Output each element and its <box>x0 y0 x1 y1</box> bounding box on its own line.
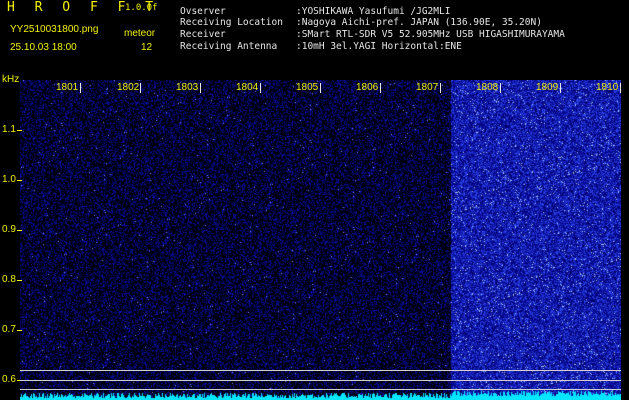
time-tick <box>260 83 261 93</box>
y-tick-label: 1.0 <box>2 174 16 185</box>
y-tick-mark <box>17 130 22 131</box>
y-tick-mark <box>17 280 22 281</box>
time-label: 1804 <box>236 82 259 93</box>
y-tick-mark <box>17 330 22 331</box>
reference-line <box>20 380 621 381</box>
y-tick-label: 0.8 <box>2 274 16 285</box>
y-tick-label: 0.7 <box>2 324 16 335</box>
antenna-label: Receiving Antenna <box>180 41 278 52</box>
time-tick <box>620 83 621 93</box>
antenna-value: :10mH 3el.YAGI Horizontal:ENE <box>296 41 462 52</box>
y-axis-unit: kHz <box>2 74 20 85</box>
app-version: 1.0.0f <box>125 3 158 13</box>
time-tick <box>380 83 381 93</box>
spectrogram-canvas <box>20 80 621 400</box>
time-tick <box>560 83 561 93</box>
receiver-label: Receiver <box>180 29 226 40</box>
observer-label: Ovserver <box>180 6 226 17</box>
receiver-value: :SMart RTL-SDR V5 52.905MHz USB HIGASHIM… <box>296 29 565 40</box>
date-time: 25.10.03 18:00 <box>10 42 77 53</box>
time-label: 1807 <box>416 82 439 93</box>
time-label: 1803 <box>176 82 199 93</box>
time-label: 1802 <box>117 82 140 93</box>
meteor-label: meteor <box>124 28 156 39</box>
reference-line <box>20 370 621 371</box>
y-tick-label: 0.6 <box>2 374 16 385</box>
file-name: YY2510031800.png <box>10 24 99 35</box>
time-label: 1806 <box>356 82 379 93</box>
time-label: 1808 <box>476 82 499 93</box>
time-label: 1809 <box>536 82 559 93</box>
time-label: 1810 <box>596 82 619 93</box>
y-tick-mark <box>17 180 22 181</box>
time-tick <box>320 83 321 93</box>
time-tick <box>200 83 201 93</box>
time-tick <box>140 83 141 93</box>
time-tick <box>500 83 501 93</box>
meteor-count: 12 <box>141 42 153 53</box>
spectrogram-plot <box>20 80 621 400</box>
reference-line <box>20 389 621 390</box>
time-tick <box>80 83 81 93</box>
y-tick-label: 1.1 <box>2 124 16 135</box>
y-tick-label: 0.9 <box>2 224 16 235</box>
time-label: 1805 <box>296 82 319 93</box>
location-label: Receiving Location <box>180 17 283 28</box>
observer-value: :YOSHIKAWA Yasufumi /JG2MLI <box>296 6 451 17</box>
y-tick-mark <box>17 230 22 231</box>
location-value: :Nagoya Aichi-pref. JAPAN (136.90E, 35.2… <box>296 17 542 28</box>
time-label: 1801 <box>56 82 79 93</box>
time-tick <box>440 83 441 93</box>
